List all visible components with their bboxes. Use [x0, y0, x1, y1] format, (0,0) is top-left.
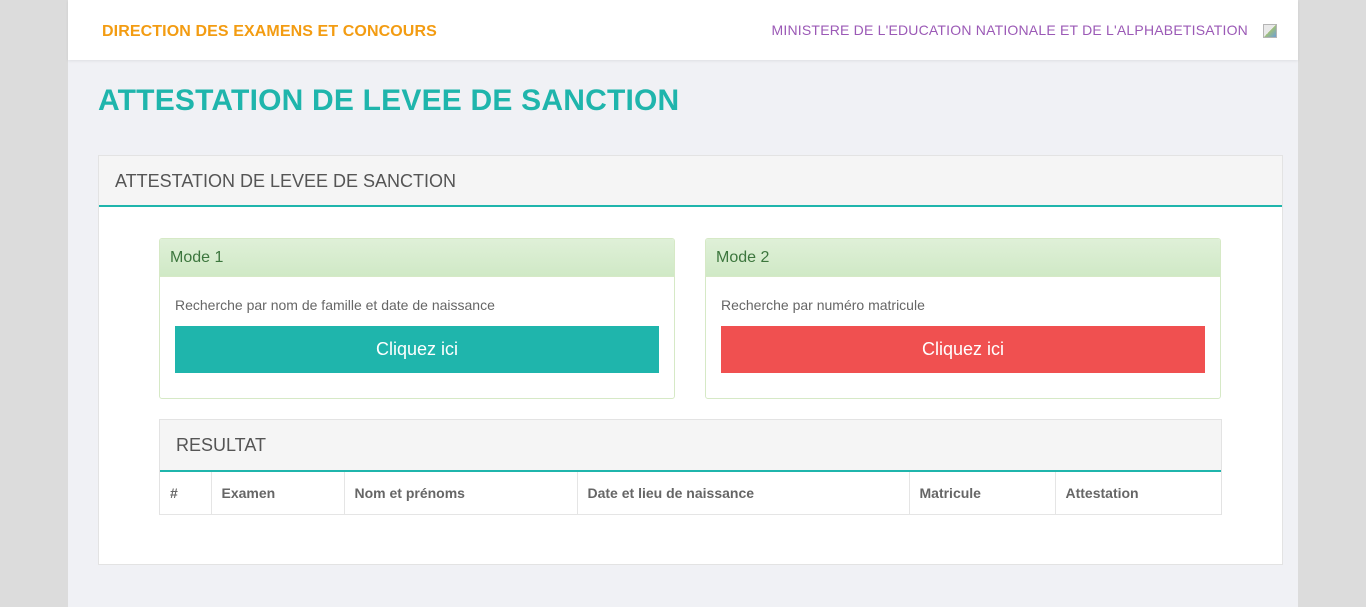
top-navbar: DIRECTION DES EXAMENS ET CONCOURS MINIST…: [68, 0, 1298, 60]
mode-2-heading: Mode 2: [706, 239, 1220, 277]
column-header-matricule: Matricule: [909, 472, 1056, 515]
page-title: ATTESTATION DE LEVEE DE SANCTION: [98, 84, 680, 117]
result-table: # Examen Nom et prénoms Date et lieu de …: [160, 472, 1221, 515]
ministry-title: MINISTERE DE L'EDUCATION NATIONALE ET DE…: [771, 22, 1248, 38]
mode-2-panel: Mode 2 Recherche par numéro matricule Cl…: [705, 238, 1221, 399]
ministry-logo-icon: [1263, 24, 1277, 38]
mode-1-panel: Mode 1 Recherche par nom de famille et d…: [159, 238, 675, 399]
result-panel: RESULTAT # Examen Nom et prénoms Date et: [159, 419, 1222, 515]
brand-title[interactable]: DIRECTION DES EXAMENS ET CONCOURS: [102, 23, 437, 41]
mode-2-button[interactable]: Cliquez ici: [721, 326, 1205, 373]
mode-1-button[interactable]: Cliquez ici: [175, 326, 659, 373]
main-panel: ATTESTATION DE LEVEE DE SANCTION Mode 1 …: [98, 155, 1283, 565]
mode-1-description: Recherche par nom de famille et date de …: [175, 297, 495, 313]
column-header-examen: Examen: [211, 472, 345, 515]
page-container: DIRECTION DES EXAMENS ET CONCOURS MINIST…: [68, 0, 1298, 607]
table-header-row: # Examen Nom et prénoms Date et lieu de …: [160, 472, 1221, 515]
column-header-naissance: Date et lieu de naissance: [577, 472, 910, 515]
mode-1-heading: Mode 1: [160, 239, 674, 277]
result-heading: RESULTAT: [160, 420, 1221, 472]
column-header-number: #: [160, 472, 212, 515]
mode-2-description: Recherche par numéro matricule: [721, 297, 925, 313]
main-panel-heading: ATTESTATION DE LEVEE DE SANCTION: [99, 156, 1282, 207]
column-header-nom: Nom et prénoms: [344, 472, 578, 515]
column-header-attestation: Attestation: [1055, 472, 1221, 515]
